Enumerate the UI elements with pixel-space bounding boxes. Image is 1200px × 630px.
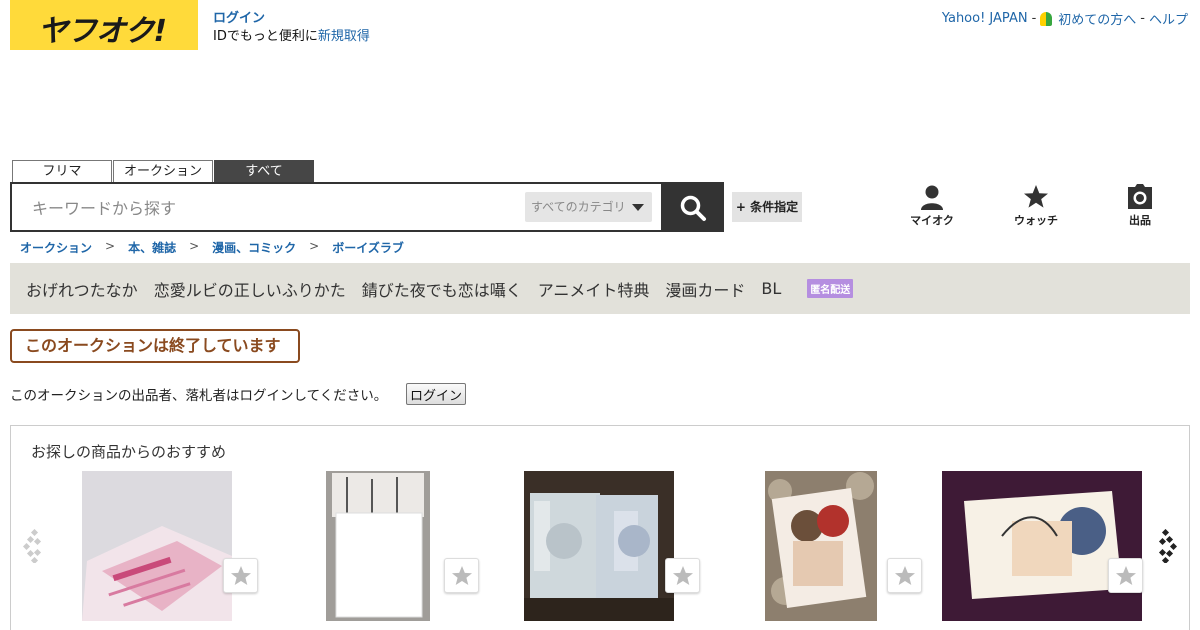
breadcrumb: オークション > 本、雑誌 > 漫画、コミック > ボーイズラブ bbox=[20, 239, 404, 256]
nav-my-auction[interactable]: マイオク bbox=[880, 184, 984, 228]
tag-item[interactable]: 恋愛ルビの正しいふりかた bbox=[154, 277, 346, 301]
beginner-mark-icon bbox=[1040, 11, 1053, 26]
breadcrumb-separator: > bbox=[105, 239, 116, 253]
auction-ended-banner: このオークションは終了しています bbox=[10, 329, 300, 363]
star-icon bbox=[673, 566, 693, 585]
breadcrumb-boys-love[interactable]: ボーイズラブ bbox=[332, 239, 404, 256]
nav-sell[interactable]: 出品 bbox=[1088, 184, 1192, 228]
camera-icon bbox=[1128, 184, 1152, 209]
card-on-purple-photo bbox=[942, 471, 1142, 621]
login-box: ログイン IDでもっと便利に新規取得 bbox=[213, 10, 370, 46]
breadcrumb-books[interactable]: 本、雑誌 bbox=[128, 239, 176, 256]
login-subtext: IDでもっと便利に新規取得 bbox=[213, 29, 370, 44]
recommend-item-image[interactable] bbox=[82, 471, 232, 621]
nav-sell-label: 出品 bbox=[1129, 214, 1151, 227]
breadcrumb-comics[interactable]: 漫画、コミック bbox=[212, 239, 296, 256]
nav-watch[interactable]: ウォッチ bbox=[984, 184, 1088, 228]
two-books-photo bbox=[524, 471, 674, 621]
condition-button[interactable]: + 条件指定 bbox=[732, 192, 802, 222]
star-icon bbox=[1024, 185, 1048, 208]
recommend-item-image[interactable] bbox=[326, 471, 430, 621]
breadcrumb-auction[interactable]: オークション bbox=[20, 239, 92, 256]
login-link[interactable]: ログイン bbox=[213, 10, 370, 28]
search-tabs: フリマ オークション すべて bbox=[12, 160, 314, 182]
first-time-link[interactable]: 初めての方へ bbox=[1058, 9, 1136, 28]
recommendation-panel: お探しの商品からのおすすめ bbox=[10, 425, 1190, 630]
watch-button[interactable] bbox=[1108, 558, 1143, 593]
watch-button[interactable] bbox=[223, 558, 258, 593]
breadcrumb-separator: > bbox=[189, 239, 200, 253]
tag-item[interactable]: 錆びた夜でも恋は囁く bbox=[362, 277, 522, 301]
login-sub-prefix: IDでもっと便利に bbox=[213, 29, 318, 44]
star-icon bbox=[895, 566, 915, 585]
recommend-item-image[interactable] bbox=[942, 471, 1142, 621]
register-link[interactable]: 新規取得 bbox=[318, 29, 370, 44]
category-select-value: すべてのカテゴリ bbox=[531, 200, 626, 214]
tag-item[interactable]: 漫画カード bbox=[665, 277, 745, 301]
tag-item[interactable]: BL bbox=[761, 279, 781, 298]
search-input[interactable] bbox=[32, 196, 512, 220]
illustration-card-photo bbox=[765, 471, 877, 621]
star-icon bbox=[1116, 566, 1136, 585]
recommend-item-image[interactable] bbox=[765, 471, 877, 621]
tab-auction[interactable]: オークション bbox=[113, 160, 213, 182]
nav-my-auction-label: マイオク bbox=[910, 214, 954, 227]
star-icon bbox=[231, 566, 251, 585]
tag-item[interactable]: おげれつたなか bbox=[26, 277, 138, 301]
tag-item[interactable]: アニメイト特典 bbox=[538, 277, 650, 301]
help-link[interactable]: ヘルプ bbox=[1149, 9, 1188, 28]
top-link-separator: - bbox=[1031, 11, 1037, 26]
keyword-tag-bar: おげれつたなか 恋愛ルビの正しいふりかた 錆びた夜でも恋は囁く アニメイト特典 … bbox=[10, 263, 1190, 314]
chevron-down-icon bbox=[632, 204, 644, 211]
tab-all[interactable]: すべて bbox=[214, 160, 314, 182]
logo-text: ヤフオク! bbox=[38, 14, 167, 49]
tab-flea-market[interactable]: フリマ bbox=[12, 160, 112, 182]
yahuoku-logo[interactable]: ヤフオク! bbox=[10, 0, 198, 50]
auction-login-button[interactable]: ログイン bbox=[406, 383, 467, 405]
search-button[interactable] bbox=[662, 182, 724, 232]
breadcrumb-separator: > bbox=[309, 239, 320, 253]
carousel-next-icon[interactable] bbox=[1155, 529, 1177, 563]
watch-button[interactable] bbox=[665, 558, 700, 593]
anonymous-shipping-badge: 匿名配送 bbox=[807, 279, 854, 298]
recommendation-title: お探しの商品からのおすすめ bbox=[31, 443, 227, 461]
watch-button[interactable] bbox=[444, 558, 479, 593]
search-bar: すべてのカテゴリ bbox=[10, 182, 663, 232]
star-icon bbox=[452, 566, 472, 585]
category-select[interactable]: すべてのカテゴリ bbox=[525, 192, 652, 222]
top-link-separator: - bbox=[1140, 11, 1145, 26]
manga-page-photo bbox=[82, 471, 232, 621]
recommend-item-image[interactable] bbox=[524, 471, 674, 621]
comic-with-card-photo bbox=[326, 471, 430, 621]
yahoo-japan-link[interactable]: Yahoo! JAPAN bbox=[942, 11, 1028, 26]
carousel-prev-icon[interactable] bbox=[23, 529, 45, 563]
person-icon bbox=[921, 185, 943, 210]
search-icon bbox=[680, 195, 706, 221]
top-links: Yahoo! JAPAN - 初めての方へ - ヘルプ bbox=[942, 9, 1188, 28]
auction-ended-message: このオークションの出品者、落札者はログインしてください。 bbox=[10, 388, 388, 404]
nav-watch-label: ウォッチ bbox=[1014, 214, 1058, 227]
watch-button[interactable] bbox=[887, 558, 922, 593]
header-nav: マイオク ウォッチ 出品 bbox=[880, 184, 1192, 228]
